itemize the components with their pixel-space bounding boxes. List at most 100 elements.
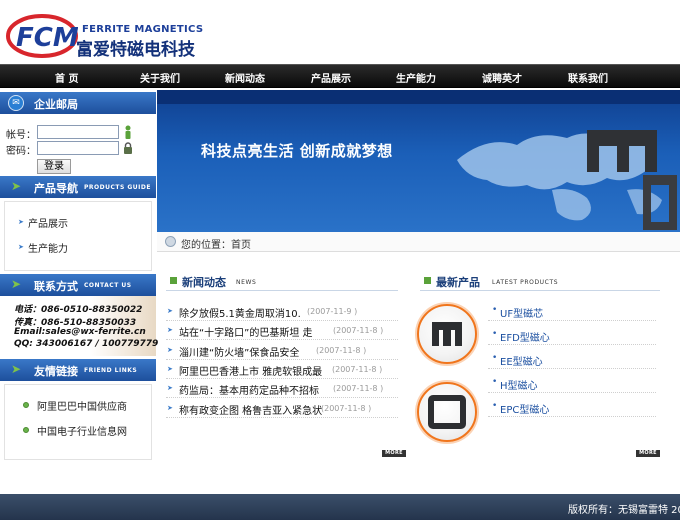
lock-icon bbox=[123, 142, 133, 154]
contact-card: 电话：086-0510-88350022 传真：086-510-88350033… bbox=[8, 296, 159, 356]
ferrite-core-icon bbox=[428, 395, 466, 429]
news-section-title-en: NEWS bbox=[236, 279, 257, 286]
bullet-arrow-icon: ➤ bbox=[167, 365, 173, 373]
news-more-button[interactable]: MORE bbox=[382, 450, 406, 457]
product-item[interactable]: • H型磁心 bbox=[488, 373, 656, 393]
friend-links-panel bbox=[4, 384, 152, 460]
nav-capacity[interactable]: 生产能力 bbox=[396, 70, 436, 85]
nav-careers[interactable]: 诚聘英才 bbox=[482, 70, 522, 85]
news-date: (2007-11-8 ) bbox=[332, 365, 383, 374]
password-label: 密码： bbox=[6, 146, 36, 157]
world-map-graphic bbox=[457, 130, 677, 230]
bullet-dot-icon: • bbox=[492, 401, 498, 411]
main-nav: 首 页 关于我们 新闻动态 产品展示 生产能力 诚聘英才 联系我们 bbox=[0, 64, 680, 88]
bullet-dot-icon: • bbox=[492, 329, 498, 339]
contact-phone: 电话：086-0510-88350022 bbox=[14, 305, 143, 315]
copyright-text: 版权所有：无锡富雷特 20 bbox=[568, 505, 680, 516]
bullet-dot-icon: • bbox=[492, 305, 498, 315]
news-date: (2007-11-8 ) bbox=[316, 346, 367, 355]
news-item[interactable]: ➤ 淄川建“防火墙”保食品安全 (2007-11-8 ) bbox=[166, 341, 398, 360]
bullet-dot-icon bbox=[23, 427, 29, 433]
ferrite-core-icon bbox=[432, 322, 462, 346]
logo-letters: FCM bbox=[16, 23, 78, 53]
arrow-right-icon: ➤ bbox=[10, 362, 22, 376]
contact-title-en: CONTACT US bbox=[84, 282, 132, 289]
bullet-arrow-icon: ➤ bbox=[18, 218, 24, 226]
contact-qq: QQ: 343006167 / 100779779 bbox=[14, 339, 159, 349]
friend-link-item[interactable]: 阿里巴巴中国供应商 bbox=[37, 398, 127, 413]
bullet-dot-icon: • bbox=[492, 377, 498, 387]
news-date: (2007-11-8 ) bbox=[321, 404, 372, 413]
brand-name-en: FERRITE MAGNETICS bbox=[82, 24, 204, 35]
news-item[interactable]: ➤ 除夕放假5.1黄金周取消10. (2007-11-9 ) bbox=[166, 302, 398, 321]
product-link[interactable]: EFD型磁心 bbox=[500, 329, 550, 344]
products-guide-item[interactable]: 产品展示 bbox=[28, 215, 68, 230]
section-square-icon bbox=[424, 277, 431, 284]
user-icon bbox=[124, 125, 132, 139]
breadcrumb-text: 您的位置：首页 bbox=[181, 240, 251, 251]
news-item[interactable]: ➤ 阿里巴巴香港上市 雅虎软银成最 (2007-11-8 ) bbox=[166, 360, 398, 379]
nav-contact[interactable]: 联系我们 bbox=[568, 70, 608, 85]
nav-about[interactable]: 关于我们 bbox=[140, 70, 180, 85]
hero-banner: 科技点亮生活 创新成就梦想 bbox=[157, 90, 680, 232]
products-section-title: 最新产品 bbox=[436, 276, 480, 289]
logo-mark-icon: FCM bbox=[6, 14, 78, 58]
footer: 版权所有：无锡富雷特 20 bbox=[0, 494, 680, 520]
account-input[interactable] bbox=[37, 125, 119, 139]
bullet-arrow-icon: ➤ bbox=[167, 307, 173, 315]
products-guide-panel bbox=[4, 201, 152, 271]
products-more-button[interactable]: MORE bbox=[636, 450, 660, 457]
breadcrumb: 您的位置：首页 bbox=[157, 232, 680, 252]
bullet-arrow-icon: ➤ bbox=[167, 326, 173, 334]
nav-home[interactable]: 首 页 bbox=[55, 70, 78, 85]
bullet-arrow-icon: ➤ bbox=[167, 404, 173, 412]
product-item[interactable]: • EFD型磁心 bbox=[488, 325, 656, 345]
product-item[interactable]: • EE型磁心 bbox=[488, 349, 656, 369]
email-section-title: 企业邮局 bbox=[34, 98, 78, 111]
contact-title: 联系方式 bbox=[34, 280, 78, 293]
products-section-title-en: LATEST PRODUCTS bbox=[492, 279, 559, 286]
product-link[interactable]: EPC型磁心 bbox=[500, 401, 549, 416]
news-title[interactable]: 称有政变企图 格鲁吉亚入紧急状 bbox=[179, 402, 322, 417]
product-image[interactable] bbox=[417, 304, 477, 364]
page: FCM FERRITE MAGNETICS 富爱特磁电科技 首 页 关于我们 新… bbox=[0, 0, 680, 520]
products-guide-header: ➤ 产品导航 PRODUCTS GUIDE bbox=[0, 176, 156, 198]
friend-links-title: 友情链接 bbox=[34, 365, 78, 378]
logo[interactable]: FCM FERRITE MAGNETICS 富爱特磁电科技 bbox=[6, 4, 203, 60]
news-title[interactable]: 淄川建“防火墙”保食品安全 bbox=[179, 344, 299, 359]
bullet-arrow-icon: ➤ bbox=[167, 346, 173, 354]
product-item[interactable]: • UF型磁芯 bbox=[488, 301, 656, 321]
friend-link-item[interactable]: 中国电子行业信息网 bbox=[37, 423, 127, 438]
contact-header: ➤ 联系方式 CONTACT US bbox=[0, 274, 156, 296]
news-section-header: 新闻动态 NEWS bbox=[166, 271, 398, 291]
friend-links-header: ➤ 友情链接 FRIEND LINKS bbox=[0, 359, 156, 381]
news-title[interactable]: 药监局：基本用药定品种不招标 bbox=[179, 382, 319, 397]
product-image[interactable] bbox=[417, 382, 477, 442]
banner-slogan: 科技点亮生活 创新成就梦想 bbox=[201, 142, 393, 160]
mail-icon: ✉ bbox=[8, 95, 24, 111]
email-section-header: ✉ 企业邮局 bbox=[0, 92, 156, 114]
nav-products[interactable]: 产品展示 bbox=[311, 70, 351, 85]
location-icon bbox=[165, 236, 176, 247]
news-title[interactable]: 阿里巴巴香港上市 雅虎软银成最 bbox=[179, 363, 322, 378]
news-section-title: 新闻动态 bbox=[182, 276, 226, 289]
login-button[interactable]: 登录 bbox=[37, 159, 71, 174]
bullet-dot-icon: • bbox=[492, 353, 498, 363]
news-date: (2007-11-8 ) bbox=[333, 384, 384, 393]
news-title[interactable]: 站在“十字路口”的巴基斯坦 走 bbox=[179, 324, 313, 339]
password-input[interactable] bbox=[37, 141, 119, 155]
news-item[interactable]: ➤ 药监局：基本用药定品种不招标 (2007-11-8 ) bbox=[166, 379, 398, 398]
nav-news[interactable]: 新闻动态 bbox=[225, 70, 265, 85]
product-link[interactable]: UF型磁芯 bbox=[500, 305, 543, 320]
section-square-icon bbox=[170, 277, 177, 284]
product-item[interactable]: • EPC型磁心 bbox=[488, 397, 656, 417]
contact-email[interactable]: Email:sales@wx-ferrite.cn bbox=[14, 327, 146, 337]
news-item[interactable]: ➤ 站在“十字路口”的巴基斯坦 走 (2007-11-8 ) bbox=[166, 321, 398, 340]
news-item[interactable]: ➤ 称有政变企图 格鲁吉亚入紧急状 (2007-11-8 ) bbox=[166, 399, 398, 418]
news-title[interactable]: 除夕放假5.1黄金周取消10. bbox=[179, 305, 301, 320]
product-link[interactable]: H型磁心 bbox=[500, 377, 538, 392]
product-link[interactable]: EE型磁心 bbox=[500, 353, 543, 368]
brand-name-cn: 富爱特磁电科技 bbox=[76, 40, 195, 60]
products-guide-item[interactable]: 生产能力 bbox=[28, 240, 68, 255]
arrow-right-icon: ➤ bbox=[10, 179, 22, 193]
